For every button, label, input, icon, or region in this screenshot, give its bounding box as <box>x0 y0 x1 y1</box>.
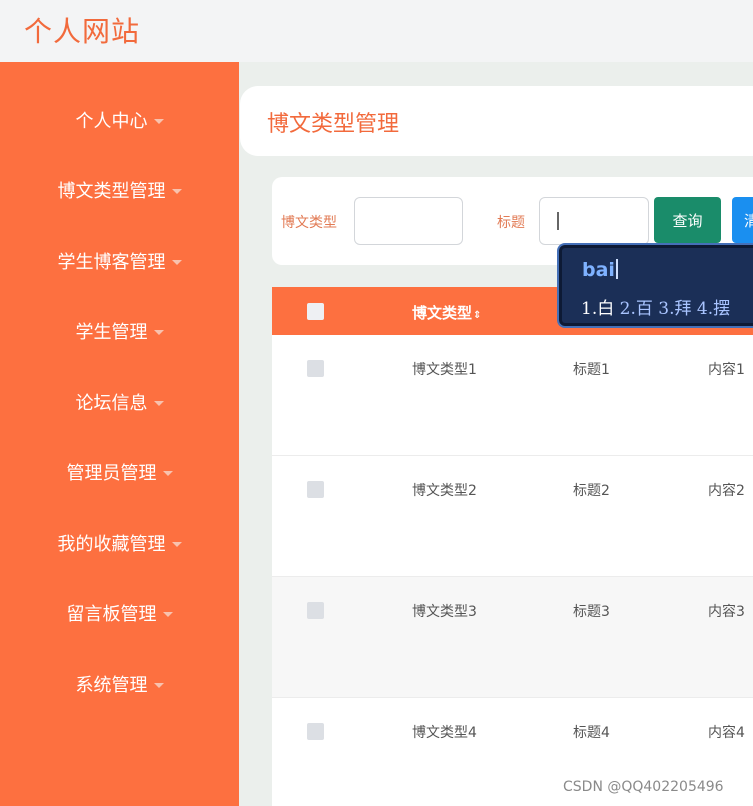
breadcrumb: 博文类型管理 <box>240 86 753 156</box>
sidebar-item-label: 博文类型管理 <box>57 181 166 202</box>
text-cursor <box>557 212 559 230</box>
site-title: 个人网站 <box>24 15 141 48</box>
cell-blog-type: 博文类型2 <box>412 483 477 499</box>
select-all-checkbox[interactable] <box>307 303 324 320</box>
caret-down-icon <box>162 470 173 476</box>
sidebar-item-students[interactable]: 学生管理 <box>0 311 239 351</box>
ime-caret <box>615 259 618 279</box>
sidebar-item-label: 我的收藏管理 <box>57 534 166 555</box>
page-title: 博文类型管理 <box>267 112 400 137</box>
caret-down-icon <box>162 611 173 617</box>
sidebar-item-favorites[interactable]: 我的收藏管理 <box>0 523 239 563</box>
sidebar-item-label: 论坛信息 <box>75 393 148 414</box>
cell-content: 内容1 <box>708 362 745 378</box>
caret-down-icon <box>153 400 164 406</box>
cell-content: 内容4 <box>708 725 745 741</box>
column-header-blog-type[interactable]: 博文类型⇕ <box>412 302 481 323</box>
row-checkbox[interactable] <box>307 602 324 619</box>
sidebar-item-label: 留言板管理 <box>66 604 157 625</box>
data-table: 博文类型⇕ 博文类型1 标题1 内容1 博文类型2 标题2 内容2 博文类型3 … <box>272 287 753 806</box>
sidebar-item-label: 系统管理 <box>75 675 148 696</box>
ime-candidate-list: 1.白 2.百 3.拜 4.摆 <box>581 294 730 319</box>
sidebar-item-message-board[interactable]: 留言板管理 <box>0 593 239 633</box>
sidebar-item-label: 学生管理 <box>75 322 148 343</box>
sidebar-item-label: 个人中心 <box>75 111 148 132</box>
caret-down-icon <box>153 329 164 335</box>
sidebar: 个人中心 博文类型管理 学生博客管理 学生管理 论坛信息 管理员管理 我的收藏管… <box>0 62 239 806</box>
ime-candidate-window: bai 1.白 2.百 3.拜 4.摆 <box>557 243 753 328</box>
ime-candidate[interactable]: 4.摆 <box>697 299 730 319</box>
sort-icon[interactable]: ⇕ <box>473 310 481 321</box>
cell-title: 标题3 <box>573 604 610 620</box>
table-row: 博文类型2 标题2 内容2 <box>272 456 753 577</box>
sidebar-item-system[interactable]: 系统管理 <box>0 664 239 704</box>
cell-content: 内容3 <box>708 604 745 620</box>
title-filter-label: 标题 <box>497 215 525 231</box>
cell-blog-type: 博文类型1 <box>412 362 477 378</box>
sidebar-item-student-blog[interactable]: 学生博客管理 <box>0 241 239 281</box>
sidebar-item-blog-type[interactable]: 博文类型管理 <box>0 170 239 210</box>
sidebar-item-forum[interactable]: 论坛信息 <box>0 382 239 422</box>
caret-down-icon <box>153 682 164 688</box>
ime-composition: bai <box>582 259 618 281</box>
caret-down-icon <box>171 259 182 265</box>
ime-candidate[interactable]: 2.百 <box>620 299 653 319</box>
sidebar-item-label: 学生博客管理 <box>57 252 166 273</box>
title-filter-input[interactable] <box>539 197 649 245</box>
cell-title: 标题2 <box>573 483 610 499</box>
caret-down-icon <box>171 541 182 547</box>
cell-content: 内容2 <box>708 483 745 499</box>
table-row: 博文类型3 标题3 内容3 <box>272 577 753 698</box>
caret-down-icon <box>171 188 182 194</box>
type-filter-input[interactable] <box>354 197 463 245</box>
ime-candidate[interactable]: 1.白 <box>581 299 614 319</box>
sidebar-item-personal-center[interactable]: 个人中心 <box>0 100 239 140</box>
sidebar-item-label: 管理员管理 <box>66 463 157 484</box>
row-checkbox[interactable] <box>307 481 324 498</box>
ime-candidate[interactable]: 3.拜 <box>658 299 691 319</box>
top-bar: 个人网站 <box>0 0 753 62</box>
cell-blog-type: 博文类型4 <box>412 725 477 741</box>
search-button[interactable]: 查询 <box>654 197 721 243</box>
type-filter-label: 博文类型 <box>281 215 337 231</box>
row-checkbox[interactable] <box>307 723 324 740</box>
cell-title: 标题4 <box>573 725 610 741</box>
row-checkbox[interactable] <box>307 360 324 377</box>
clear-button[interactable]: 清 <box>732 197 753 243</box>
caret-down-icon <box>153 118 164 124</box>
watermark: CSDN @QQ402205496 <box>563 779 724 795</box>
cell-blog-type: 博文类型3 <box>412 604 477 620</box>
sidebar-item-admins[interactable]: 管理员管理 <box>0 452 239 492</box>
cell-title: 标题1 <box>573 362 610 378</box>
table-row: 博文类型1 标题1 内容1 <box>272 335 753 456</box>
